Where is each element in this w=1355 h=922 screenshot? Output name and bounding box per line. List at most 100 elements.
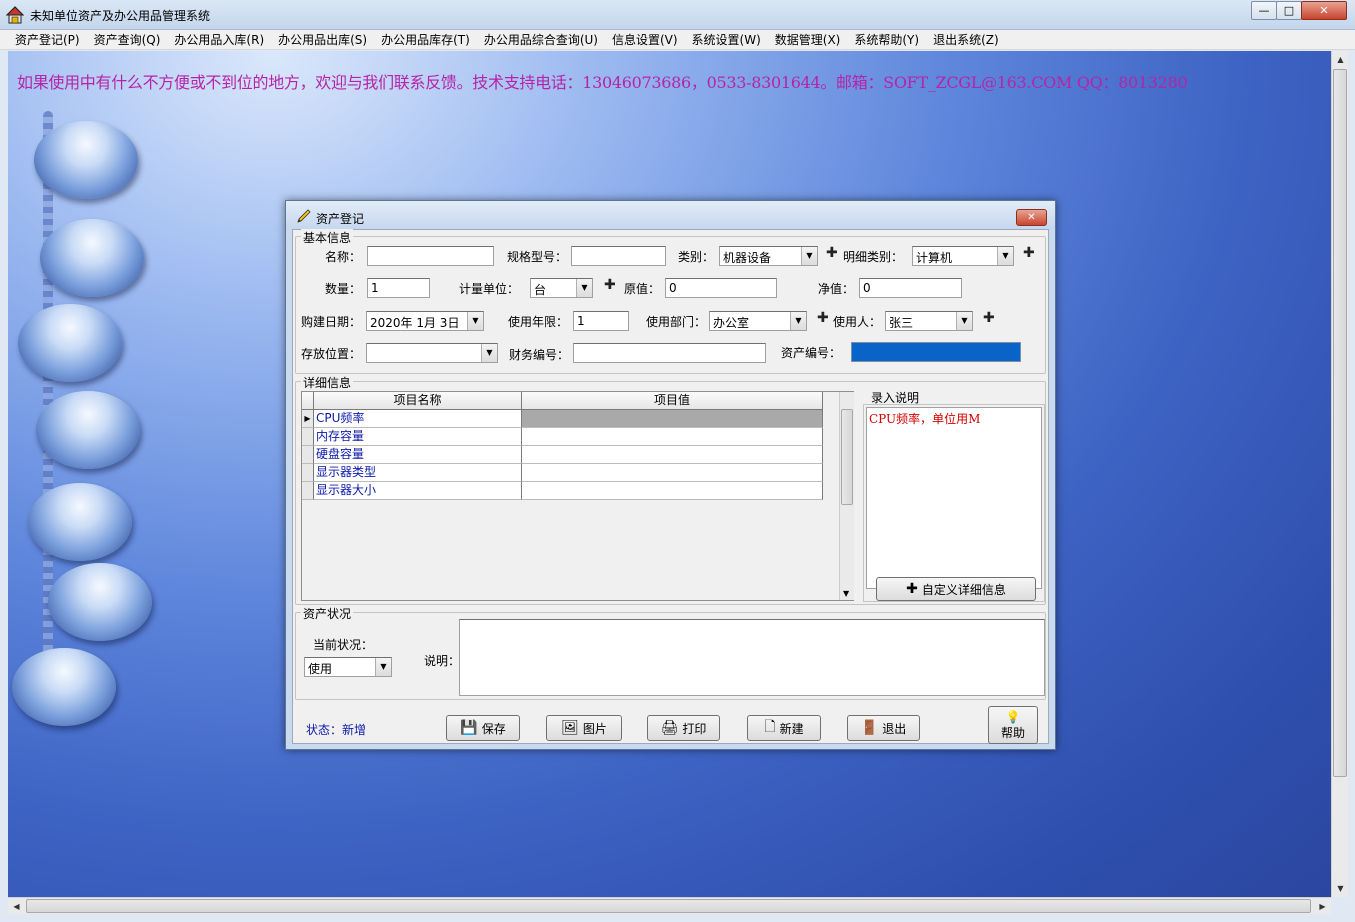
dialog-close-button[interactable]: ✕ [1016, 209, 1047, 226]
add-user-icon[interactable]: ✚ [983, 310, 995, 326]
grid-cell-value[interactable] [522, 446, 823, 464]
print-button[interactable]: 🖨 打印 [647, 715, 720, 741]
scroll-up-arrow-icon[interactable]: ▲ [1332, 51, 1349, 68]
menu-asset-register[interactable]: 资产登记(P) [8, 31, 87, 48]
add-category-icon[interactable]: ✚ [826, 245, 838, 261]
new-button[interactable]: 🗋 新建 [747, 715, 821, 741]
row-selector[interactable] [302, 428, 314, 446]
grid-cell-name[interactable]: 内存容量 [314, 428, 522, 446]
orig-value-input[interactable]: 0 [665, 278, 777, 298]
dropdown-arrow-icon[interactable]: ▼ [790, 312, 806, 330]
grid-header-item-value[interactable]: 项目值 [522, 392, 823, 410]
detail-grid[interactable]: 项目名称 项目值 ▶ CPU频率 内存容量 硬盘容量 显示器类型 显示器大小 ▼ [301, 391, 854, 601]
grid-cell-name[interactable]: 显示器大小 [314, 482, 522, 500]
status-text: 状态：新增 [306, 723, 367, 737]
grid-cell-value[interactable] [522, 410, 823, 428]
printer-icon: 🖨 [660, 720, 679, 736]
close-button[interactable]: ✕ [1301, 1, 1347, 20]
menu-system-settings[interactable]: 系统设置(W) [685, 31, 768, 48]
current-status-label: 当前状况： [313, 638, 374, 652]
save-button[interactable]: 💾 保存 [446, 715, 520, 741]
picture-button[interactable]: 🖼 图片 [546, 715, 622, 741]
category-select[interactable]: 机器设备 ▼ [719, 246, 818, 266]
dropdown-arrow-icon[interactable]: ▼ [467, 312, 483, 330]
dropdown-arrow-icon[interactable]: ▼ [956, 312, 972, 330]
menu-supplies-query[interactable]: 办公用品综合查询(U) [477, 31, 605, 48]
asset-no-field [851, 342, 1021, 362]
spec-input[interactable] [571, 246, 666, 266]
add-unit-icon[interactable]: ✚ [604, 277, 616, 293]
scroll-down-arrow-icon[interactable]: ▼ [843, 589, 849, 598]
location-select[interactable]: ▼ [366, 343, 498, 363]
buy-date-picker[interactable]: 2020年 1月 3日 ▼ [366, 311, 484, 331]
grid-cell-value[interactable] [522, 482, 823, 500]
dropdown-arrow-icon[interactable]: ▼ [481, 344, 497, 362]
years-label: 使用年限： [508, 315, 569, 329]
detail-category-select[interactable]: 计算机 ▼ [912, 246, 1014, 266]
current-status-select[interactable]: 使用 ▼ [304, 657, 392, 677]
name-label: 名称： [325, 250, 362, 264]
scroll-right-arrow-icon[interactable]: ▶ [1314, 898, 1331, 915]
row-selector[interactable] [302, 446, 314, 464]
menu-system-help[interactable]: 系统帮助(Y) [847, 31, 926, 48]
scroll-down-arrow-icon[interactable]: ▼ [1332, 880, 1349, 897]
row-selector[interactable] [302, 464, 314, 482]
new-document-icon: 🗋 [764, 719, 776, 735]
grid-header-item-name[interactable]: 项目名称 [314, 392, 522, 410]
grid-cell-value[interactable] [522, 464, 823, 482]
years-input[interactable]: 1 [573, 311, 629, 331]
asset-status-label: 资产状况 [301, 605, 354, 622]
qty-input[interactable]: 1 [367, 278, 430, 298]
finance-no-input[interactable] [573, 343, 766, 363]
row-selector[interactable] [302, 482, 314, 500]
menu-data-management[interactable]: 数据管理(X) [768, 31, 848, 48]
main-vertical-scrollbar[interactable]: ▲ ▼ [1331, 51, 1348, 897]
menu-asset-query[interactable]: 资产查询(Q) [87, 31, 168, 48]
add-dept-icon[interactable]: ✚ [817, 310, 829, 326]
dropdown-arrow-icon[interactable]: ▼ [375, 658, 391, 676]
help-button[interactable]: 💡 帮助 [988, 706, 1038, 744]
unit-label: 计量单位： [459, 282, 520, 296]
menu-supplies-out[interactable]: 办公用品出库(S) [271, 31, 374, 48]
grid-cell-name[interactable]: 硬盘容量 [314, 446, 522, 464]
add-detail-category-icon[interactable]: ✚ [1023, 245, 1035, 261]
minimize-button[interactable]: — [1251, 1, 1277, 20]
grid-vertical-scrollbar[interactable]: ▼ [839, 392, 854, 600]
finance-no-label: 财务编号： [509, 348, 570, 362]
menu-supplies-stock[interactable]: 办公用品库存(T) [374, 31, 477, 48]
grid-cell-name[interactable]: 显示器类型 [314, 464, 522, 482]
description-textarea[interactable] [459, 619, 1045, 696]
dept-select[interactable]: 办公室 ▼ [709, 311, 807, 331]
menu-exit-system[interactable]: 退出系统(Z) [926, 31, 1006, 48]
orig-value-label: 原值： [624, 282, 661, 296]
dialog-body: 基本信息 名称： 规格型号： 类别： 机器设备 ▼ ✚ 明细类别： 计算机 ▼ ✚ … [292, 229, 1049, 744]
dialog-titlebar: 资产登记 ✕ [286, 201, 1055, 229]
custom-detail-button[interactable]: ✚ 自定义详细信息 [876, 577, 1036, 601]
grid-corner-header [302, 392, 314, 410]
row-selector-arrow-icon[interactable]: ▶ [302, 410, 314, 428]
dropdown-arrow-icon[interactable]: ▼ [576, 279, 592, 297]
asset-register-dialog: 资产登记 ✕ 基本信息 名称： 规格型号： 类别： 机器设备 ▼ ✚ 明细类别： … [285, 200, 1056, 750]
exit-button[interactable]: 🚪 退出 [847, 715, 920, 741]
unit-select[interactable]: 台 ▼ [530, 278, 593, 298]
scroll-thumb[interactable] [841, 409, 853, 505]
dropdown-arrow-icon[interactable]: ▼ [997, 247, 1013, 265]
dropdown-arrow-icon[interactable]: ▼ [801, 247, 817, 265]
scroll-thumb[interactable] [26, 899, 1311, 913]
plus-icon: ✚ [906, 581, 918, 597]
grid-cell-value[interactable] [522, 428, 823, 446]
decorative-orb [28, 483, 132, 561]
support-notice: 如果使用中有什么不方便或不到位的地方，欢迎与我们联系反馈。技术支持电话：1304… [17, 73, 1188, 92]
name-input[interactable] [367, 246, 494, 266]
menu-supplies-in[interactable]: 办公用品入库(R) [167, 31, 271, 48]
main-horizontal-scrollbar[interactable]: ◀ ▶ [8, 897, 1331, 914]
grid-cell-name[interactable]: CPU频率 [314, 410, 522, 428]
net-value-input[interactable]: 0 [859, 278, 962, 298]
maximize-button[interactable]: □ [1276, 1, 1302, 20]
detail-category-label: 明细类别： [843, 250, 904, 264]
menu-info-settings[interactable]: 信息设置(V) [605, 31, 685, 48]
user-select[interactable]: 张三 ▼ [885, 311, 973, 331]
decorative-orb [34, 121, 138, 199]
scroll-left-arrow-icon[interactable]: ◀ [8, 898, 25, 915]
scroll-thumb[interactable] [1333, 69, 1347, 777]
